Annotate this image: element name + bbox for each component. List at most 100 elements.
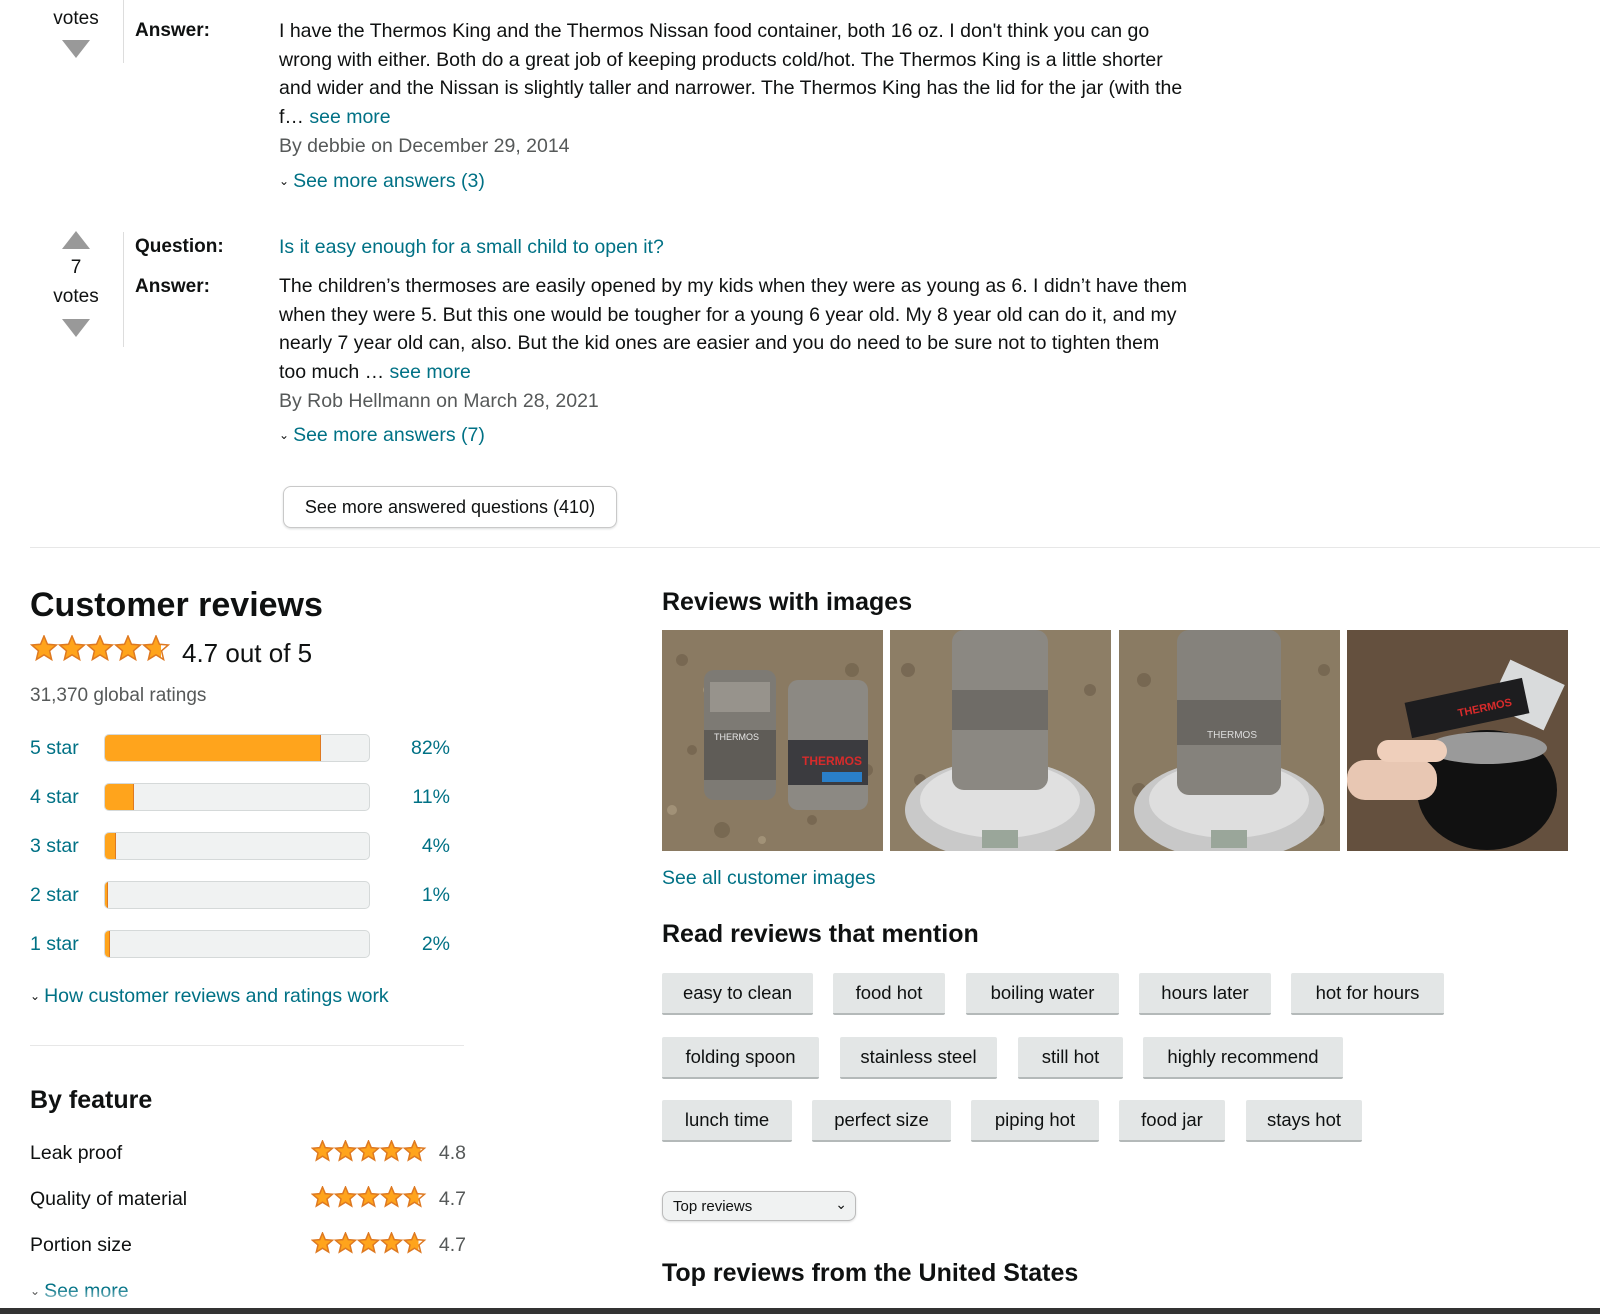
mention-chip[interactable]: hot for hours: [1291, 973, 1444, 1015]
star-icon: [29, 634, 59, 662]
triangle-down-icon[interactable]: [62, 319, 90, 337]
histogram-percent[interactable]: 1%: [390, 884, 450, 907]
histogram-row-1[interactable]: 1 star 2%: [30, 930, 450, 960]
vote-divider: [123, 232, 124, 347]
mention-chip[interactable]: stainless steel: [840, 1037, 997, 1079]
vote-widget-1: votes: [40, 8, 112, 58]
sort-reviews-dropdown[interactable]: Top reviews ⌄: [662, 1191, 856, 1221]
customer-reviews-heading: Customer reviews: [30, 586, 323, 624]
review-image-black-jar-in-hand[interactable]: THERMOS: [1347, 630, 1568, 851]
feature-row-quality: Quality of material 4.7: [30, 1184, 466, 1214]
see-more-link[interactable]: see more: [390, 361, 471, 383]
vote-divider: [123, 0, 124, 63]
how-reviews-work-link[interactable]: ⌄ How customer reviews and ratings work: [30, 985, 389, 1008]
histogram-fill: [105, 784, 135, 810]
triangle-up-icon[interactable]: [62, 231, 90, 249]
see-more-answers-link[interactable]: ⌄ See more answers (3): [279, 170, 485, 193]
star-icon: [113, 634, 143, 662]
review-image-jar-on-scale-1[interactable]: [890, 630, 1111, 851]
triangle-down-icon[interactable]: [62, 40, 90, 58]
star-icon: [333, 1232, 358, 1254]
star-icon: [333, 1186, 358, 1208]
mention-chip[interactable]: food hot: [833, 973, 945, 1015]
histogram-bar[interactable]: [104, 734, 370, 762]
see-more-questions-button[interactable]: See more answered questions (410): [283, 486, 617, 528]
star-icon: [311, 1232, 335, 1254]
histogram-label[interactable]: 3 star: [30, 835, 79, 858]
feature-star-icon: [311, 1140, 427, 1162]
histogram-label[interactable]: 4 star: [30, 786, 79, 809]
mention-chip[interactable]: still hot: [1018, 1037, 1123, 1079]
answer-label: Answer:: [135, 276, 210, 297]
see-more-link[interactable]: see more: [309, 106, 390, 128]
star-icon: [356, 1140, 381, 1162]
star-icon: [379, 1140, 404, 1162]
feature-star-icon: [311, 1186, 427, 1208]
overall-rating-text: 4.7 out of 5: [182, 638, 313, 668]
see-all-customer-images-link[interactable]: See all customer images: [662, 867, 876, 890]
star-icon: [379, 1232, 404, 1254]
mention-chip[interactable]: food jar: [1119, 1100, 1225, 1142]
review-image-two-thermos-jars[interactable]: THERMOS THERMOS: [662, 630, 883, 851]
by-feature-heading: By feature: [30, 1086, 153, 1114]
feature-star-icon: [311, 1232, 427, 1254]
answer-text: I have the Thermos King and the Thermos …: [279, 17, 1189, 161]
svg-text:THERMOS: THERMOS: [802, 754, 862, 768]
window-bottom-edge: [0, 1308, 1600, 1314]
answer-label: Answer:: [135, 20, 210, 41]
histogram-row-3[interactable]: 3 star 4%: [30, 832, 450, 862]
star-icon: [141, 634, 171, 662]
feature-name: Leak proof: [30, 1142, 123, 1164]
overall-star-rating: [29, 634, 171, 670]
mention-chip[interactable]: folding spoon: [662, 1037, 819, 1079]
mention-chip[interactable]: easy to clean: [662, 973, 813, 1015]
mention-chip[interactable]: lunch time: [662, 1100, 792, 1142]
see-more-answers-link[interactable]: ⌄ See more answers (7): [279, 424, 485, 447]
histogram-bar[interactable]: [104, 832, 370, 860]
reviews-with-images-heading: Reviews with images: [662, 588, 913, 616]
histogram-label[interactable]: 5 star: [30, 737, 79, 760]
feature-rating: 4.7: [438, 1188, 466, 1210]
histogram-label[interactable]: 1 star: [30, 933, 79, 956]
feature-row-portion-size: Portion size 4.7: [30, 1230, 466, 1260]
histogram-percent[interactable]: 11%: [390, 786, 450, 809]
histogram-label[interactable]: 2 star: [30, 884, 79, 907]
review-image-jar-on-scale-2[interactable]: THERMOS: [1119, 630, 1340, 851]
svg-text:THERMOS: THERMOS: [714, 732, 759, 742]
histogram-bar[interactable]: [104, 930, 370, 958]
chevron-down-icon: ⌄: [30, 989, 41, 1003]
svg-text:THERMOS: THERMOS: [1207, 730, 1257, 741]
mention-chip[interactable]: hours later: [1139, 973, 1271, 1015]
read-reviews-mention-heading: Read reviews that mention: [662, 920, 979, 948]
vote-widget-2: 7 votes: [40, 231, 112, 337]
star-icon: [402, 1232, 427, 1254]
answer-text: The children’s thermoses are easily open…: [279, 272, 1189, 416]
answer-body: I have the Thermos King and the Thermos …: [279, 20, 1183, 129]
mention-chip[interactable]: highly recommend: [1143, 1037, 1343, 1079]
question-label: Question:: [135, 236, 224, 257]
how-reviews-work-label: How customer reviews and ratings work: [44, 985, 389, 1007]
star-icon: [311, 1140, 335, 1162]
histogram-percent[interactable]: 4%: [390, 835, 450, 858]
answer-byline: By Rob Hellmann on March 28, 2021: [279, 389, 599, 412]
histogram-row-5[interactable]: 5 star 82%: [30, 734, 450, 764]
feature-name: Quality of material: [30, 1188, 188, 1210]
answer-byline: By debbie on December 29, 2014: [279, 134, 570, 157]
question-link[interactable]: Is it easy enough for a small child to o…: [279, 233, 1189, 262]
star-icon: [356, 1232, 381, 1254]
mention-chip[interactable]: stays hot: [1246, 1100, 1362, 1142]
mention-chip[interactable]: boiling water: [966, 973, 1119, 1015]
feature-name: Portion size: [30, 1234, 132, 1256]
histogram-row-4[interactable]: 4 star 11%: [30, 783, 450, 813]
histogram-percent[interactable]: 82%: [390, 737, 450, 760]
histogram-bar[interactable]: [104, 783, 370, 811]
mention-chip[interactable]: perfect size: [812, 1100, 951, 1142]
star-icon: [402, 1140, 427, 1162]
chevron-down-icon: ⌄: [835, 1196, 847, 1212]
mention-chip[interactable]: piping hot: [971, 1100, 1099, 1142]
histogram-bar[interactable]: [104, 881, 370, 909]
histogram-row-2[interactable]: 2 star 1%: [30, 881, 450, 911]
star-icon: [311, 1186, 335, 1208]
vote-count: 7: [70, 257, 82, 278]
histogram-percent[interactable]: 2%: [390, 933, 450, 956]
